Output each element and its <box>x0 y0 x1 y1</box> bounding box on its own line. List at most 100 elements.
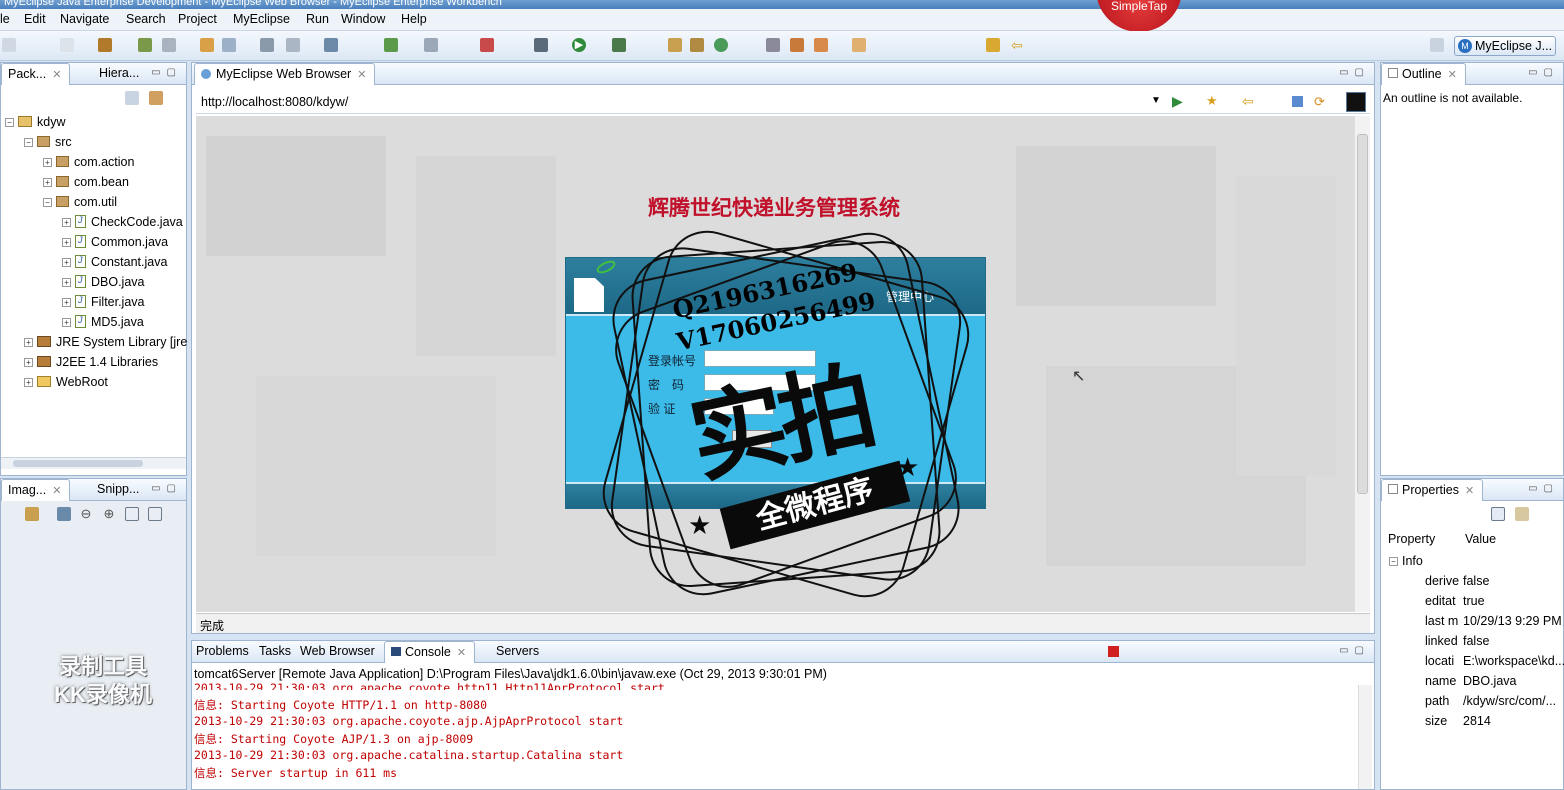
run-icon[interactable]: ▶ <box>572 38 586 52</box>
explorer-icon[interactable] <box>286 38 300 52</box>
tab-outline[interactable]: Outline ✕ <box>1381 63 1466 85</box>
zoom-in-icon[interactable]: ⊕ <box>102 507 116 521</box>
tab-snippets[interactable]: Snipp... <box>97 482 139 496</box>
collapse-icon[interactable]: − <box>43 198 52 207</box>
tab-package-explorer[interactable]: Pack... ✕ <box>1 63 71 85</box>
tab-hierarchy[interactable]: Hiera... <box>99 66 139 80</box>
browser-vertical-scrollbar[interactable] <box>1354 116 1370 612</box>
last-edit-icon[interactable] <box>986 38 1000 52</box>
minimize-maximize-icon[interactable]: ▭▢ <box>1528 483 1559 494</box>
open-type-icon[interactable] <box>424 38 438 52</box>
info-group[interactable]: − Info <box>1389 554 1423 568</box>
back-icon[interactable]: ⇦ <box>1242 93 1254 110</box>
show-advanced-icon[interactable] <box>1515 507 1529 521</box>
annotation-icon[interactable] <box>852 38 866 52</box>
refresh-icon[interactable]: ⟳ <box>1314 94 1325 110</box>
url-input[interactable]: http://localhost:8080/kdyw/ <box>201 95 348 109</box>
build-icon[interactable] <box>138 38 152 52</box>
expand-icon[interactable]: + <box>43 158 52 167</box>
property-value[interactable]: /kdyw/src/com/... <box>1463 694 1556 708</box>
collapse-icon[interactable]: − <box>5 118 14 127</box>
open-perspective-icon[interactable] <box>814 38 828 52</box>
refresh-icon[interactable] <box>384 38 398 52</box>
collapse-all-icon[interactable] <box>125 91 139 105</box>
expand-icon[interactable]: + <box>24 378 33 387</box>
tree-item[interactable]: + JRE System Library [jre <box>24 335 187 349</box>
new-class-icon[interactable] <box>668 38 682 52</box>
menu-project[interactable]: Project <box>178 12 217 26</box>
expand-icon[interactable]: + <box>62 298 71 307</box>
server-icon[interactable] <box>222 38 236 52</box>
fit-window-icon[interactable] <box>148 507 162 521</box>
expand-icon[interactable]: + <box>62 238 71 247</box>
close-icon[interactable]: ✕ <box>52 485 61 497</box>
scrollbar-thumb[interactable] <box>1357 134 1368 494</box>
property-value[interactable]: false <box>1463 634 1489 648</box>
zoom-out-icon[interactable]: ⊖ <box>79 507 93 521</box>
menu-help[interactable]: Help <box>401 12 427 26</box>
menu-navigate[interactable]: Navigate <box>60 12 109 26</box>
close-icon[interactable]: ✕ <box>357 69 366 81</box>
minimize-maximize-icon[interactable]: ▭▢ <box>151 483 182 494</box>
expand-icon[interactable]: + <box>62 278 71 287</box>
scrollbar-thumb[interactable] <box>13 460 143 467</box>
new-package-icon[interactable] <box>690 38 704 52</box>
tab-problems[interactable]: Problems <box>196 644 249 658</box>
menu-window[interactable]: Window <box>341 12 385 26</box>
open-perspective-button-icon[interactable] <box>1430 38 1444 52</box>
expand-icon[interactable]: + <box>43 178 52 187</box>
menu-run[interactable]: Run <box>306 12 329 26</box>
menu-myeclipse[interactable]: MyEclipse <box>233 12 290 26</box>
collapse-icon[interactable]: − <box>1389 557 1398 566</box>
collapse-icon[interactable]: − <box>24 138 33 147</box>
tab-servers[interactable]: Servers <box>496 644 539 658</box>
link-editor-icon[interactable] <box>149 91 163 105</box>
go-icon[interactable]: ▶ <box>1172 93 1183 110</box>
menu-file[interactable]: le <box>0 12 10 26</box>
tab-image-viewer[interactable]: Imag... ✕ <box>1 479 71 501</box>
tab-console[interactable]: Console ✕ <box>384 641 476 663</box>
favorites-icon[interactable]: ★ <box>1206 93 1218 109</box>
tree-item[interactable]: + com.action <box>43 155 134 169</box>
url-dropdown-icon[interactable]: ▼ <box>1151 95 1161 106</box>
package-icon[interactable] <box>98 38 112 52</box>
tab-properties[interactable]: Properties ✕ <box>1381 479 1484 501</box>
terminate-icon[interactable] <box>1108 646 1119 657</box>
close-icon[interactable]: ✕ <box>1448 69 1457 81</box>
horizontal-scrollbar[interactable] <box>1 457 186 469</box>
sync-icon[interactable] <box>714 38 728 52</box>
new-icon[interactable] <box>2 38 16 52</box>
property-value[interactable]: false <box>1463 574 1489 588</box>
tab-web-browser-bottom[interactable]: Web Browser <box>300 644 375 658</box>
deploy-icon[interactable] <box>200 38 214 52</box>
tree-item[interactable]: + Common.java <box>62 235 168 249</box>
expand-icon[interactable]: + <box>24 358 33 367</box>
expand-icon[interactable]: + <box>24 338 33 347</box>
stop-icon[interactable] <box>1292 96 1303 107</box>
tree-item[interactable]: + Constant.java <box>62 255 167 269</box>
tree-item[interactable]: + com.bean <box>43 175 129 189</box>
tree-item[interactable]: + CheckCode.java <box>62 215 183 229</box>
bookmark-icon[interactable] <box>480 38 494 52</box>
console-scrollbar[interactable] <box>1358 685 1372 789</box>
print-icon[interactable] <box>162 38 176 52</box>
close-icon[interactable]: ✕ <box>1465 485 1474 497</box>
tab-tasks[interactable]: Tasks <box>259 644 291 658</box>
close-icon[interactable]: ✕ <box>457 647 466 659</box>
tree-item[interactable]: + J2EE 1.4 Libraries <box>24 355 158 369</box>
property-value[interactable]: 10/29/13 9:29 PM <box>1463 614 1562 628</box>
minimize-maximize-icon[interactable]: ▭▢ <box>1339 67 1370 78</box>
actual-size-icon[interactable] <box>125 507 139 521</box>
tree-item[interactable]: + DBO.java <box>62 275 145 289</box>
property-value[interactable]: DBO.java <box>1463 674 1517 688</box>
property-value[interactable]: 2814 <box>1463 714 1491 728</box>
sync-image-icon[interactable] <box>25 507 39 521</box>
tree-item[interactable]: − com.util <box>43 195 117 209</box>
tab-web-browser[interactable]: MyEclipse Web Browser ✕ <box>194 63 376 85</box>
tree-item[interactable]: − kdyw <box>5 115 65 129</box>
expand-icon[interactable]: + <box>62 258 71 267</box>
menu-search[interactable]: Search <box>126 12 166 26</box>
property-value[interactable]: true <box>1463 594 1485 608</box>
back-icon[interactable]: ⇦ <box>1010 38 1024 52</box>
tree-item[interactable]: + Filter.java <box>62 295 145 309</box>
